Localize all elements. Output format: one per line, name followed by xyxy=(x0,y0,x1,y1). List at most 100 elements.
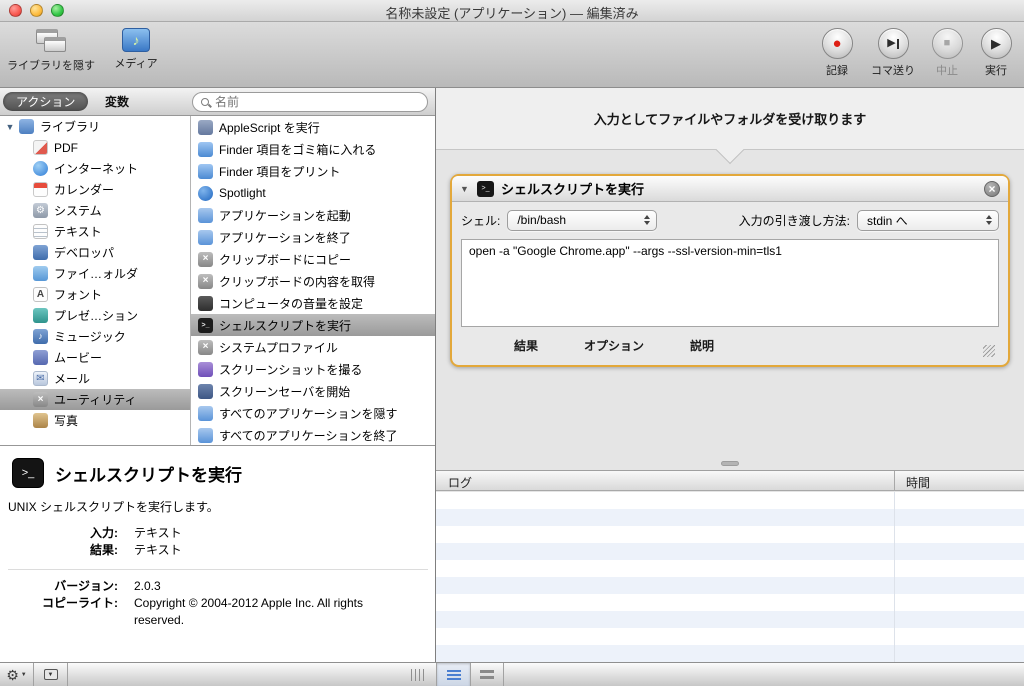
main-toolbar: ライブラリを隠す ♪ メディア ● 記録 ▶ コマ送り ■ 中止 ▶ 実行 xyxy=(0,22,1024,88)
action-menu-button[interactable]: ⚙ ▼ xyxy=(0,663,34,686)
action-item-move-finder-items-to-trash[interactable]: Finder 項目をゴミ箱に入れる xyxy=(191,138,435,160)
stop-icon: ■ xyxy=(943,37,951,49)
library-item-label: フォント xyxy=(54,288,103,302)
action-item-label: シェルスクリプトを実行 xyxy=(219,318,352,333)
action-item-quit-all-applications[interactable]: すべてのアプリケーションを終了 xyxy=(191,424,435,445)
input-label: 入力: xyxy=(90,526,118,540)
options-toggle[interactable]: オプション xyxy=(584,337,644,354)
action-item-start-screen-saver[interactable]: スクリーンセーバを開始 xyxy=(191,380,435,402)
music-icon: ♪ xyxy=(33,329,48,344)
action-item-hide-all-applications[interactable]: すべてのアプリケーションを隠す xyxy=(191,402,435,424)
library-item-presentations[interactable]: プレゼ…ション xyxy=(0,305,190,326)
splitter-handle-icon xyxy=(721,460,739,466)
column-resize-handle[interactable] xyxy=(411,669,424,681)
step-icon: ▶ xyxy=(887,38,899,49)
stop-label: 中止 xyxy=(936,65,958,77)
panel-toggle-icon: ▼ xyxy=(43,669,58,680)
system-profile-icon: × xyxy=(198,339,213,355)
resize-grip[interactable] xyxy=(983,345,995,357)
library-item-pdf[interactable]: PDF xyxy=(0,137,190,158)
description-toggle[interactable]: 説明 xyxy=(690,337,714,354)
tab-actions[interactable]: アクション xyxy=(3,92,89,111)
library-panel-icon xyxy=(35,28,67,54)
log-column-divider xyxy=(894,492,895,662)
shell-popup-value: /bin/bash xyxy=(517,213,567,227)
library-item-calendar[interactable]: カレンダー xyxy=(0,179,190,200)
library-item-movies[interactable]: ムービー xyxy=(0,347,190,368)
action-item-launch-application[interactable]: アプリケーションを起動 xyxy=(191,204,435,226)
script-editor[interactable]: open -a "Google Chrome.app" --args --ssl… xyxy=(461,239,999,327)
library-item-fonts[interactable]: A フォント xyxy=(0,284,190,305)
developer-icon xyxy=(33,245,48,260)
step-button[interactable]: ▶ コマ送り xyxy=(871,28,915,78)
action-item-label: スクリーンショットを撮る xyxy=(219,362,363,377)
library-item-text[interactable]: テキスト xyxy=(0,221,190,242)
library-item-mail[interactable]: ✉ メール xyxy=(0,368,190,389)
action-item-run-applescript[interactable]: AppleScript を実行 xyxy=(191,116,435,138)
media-button[interactable]: ♪ メディア xyxy=(106,28,166,71)
toggle-description-button[interactable]: ▼ xyxy=(34,663,68,686)
log-splitter[interactable] xyxy=(436,457,1024,469)
library-item-label: 写真 xyxy=(54,414,79,428)
search-field[interactable] xyxy=(192,92,428,112)
action-item-take-screenshot[interactable]: スクリーンショットを撮る xyxy=(191,358,435,380)
pass-input-popup[interactable]: stdin へ xyxy=(857,209,999,231)
library-item-label: デベロッパ xyxy=(54,246,115,260)
action-item-run-shell-script[interactable]: >_ シェルスクリプトを実行 xyxy=(191,314,435,336)
screensaver-icon xyxy=(198,383,213,399)
library-item-label: テキスト xyxy=(54,225,102,239)
action-item-spotlight[interactable]: Spotlight xyxy=(191,182,435,204)
terminal-icon: >_ xyxy=(12,458,44,488)
tab-variables[interactable]: 変数 xyxy=(92,92,142,111)
library-item-music[interactable]: ♪ ミュージック xyxy=(0,326,190,347)
gear-icon: ⚙ xyxy=(33,203,48,218)
log-list[interactable] xyxy=(436,492,1024,662)
disclosure-triangle-icon[interactable]: ▼ xyxy=(460,184,470,194)
remove-action-button[interactable]: × xyxy=(984,180,1000,197)
action-item-print-finder-items[interactable]: Finder 項目をプリント xyxy=(191,160,435,182)
search-input[interactable] xyxy=(215,94,419,110)
library-item-label: カレンダー xyxy=(54,183,115,197)
record-button[interactable]: ● 記録 xyxy=(815,28,859,78)
action-block-footer: 結果 オプション 説明 xyxy=(461,327,999,361)
log-header-divider xyxy=(894,471,895,490)
window-title: 名称未設定 (アプリケーション) — 編集済み xyxy=(385,6,639,21)
action-item-copy-to-clipboard[interactable]: × クリップボードにコピー xyxy=(191,248,435,270)
library-item-system[interactable]: ⚙ システム xyxy=(0,200,190,221)
run-button[interactable]: ▶ 実行 xyxy=(974,28,1018,78)
log-view-toggle[interactable] xyxy=(470,663,504,686)
results-toggle[interactable]: 結果 xyxy=(514,337,538,354)
library-item-label: インターネット xyxy=(54,162,139,176)
action-item-label: アプリケーションを終了 xyxy=(219,230,351,245)
library-item-label: メール xyxy=(54,372,91,386)
screenshot-icon xyxy=(198,361,213,377)
action-item-label: すべてのアプリケーションを隠す xyxy=(219,406,398,421)
library-item-developer[interactable]: デベロッパ xyxy=(0,242,190,263)
result-value: テキスト xyxy=(134,543,182,557)
stop-button[interactable]: ■ 中止 xyxy=(925,28,969,78)
library-item-files-folders[interactable]: ファイ…ォルダ xyxy=(0,263,190,284)
workflow-input-hint: 入力としてファイルやフォルダを受け取ります xyxy=(593,112,867,127)
run-label: 実行 xyxy=(985,65,1007,77)
action-item-quit-application[interactable]: アプリケーションを終了 xyxy=(191,226,435,248)
action-item-label: アプリケーションを起動 xyxy=(219,208,351,223)
library-item-utilities[interactable]: × ユーティリティ xyxy=(0,389,190,410)
version-label: バージョン: xyxy=(54,579,118,593)
library-root-row[interactable]: ▼ ライブラリ xyxy=(0,116,190,137)
time-column-header: 時間 xyxy=(906,476,931,490)
terminal-icon: >_ xyxy=(198,317,213,333)
action-item-get-clipboard-contents[interactable]: × クリップボードの内容を取得 xyxy=(191,270,435,292)
shell-popup[interactable]: /bin/bash xyxy=(507,209,658,231)
text-document-icon xyxy=(33,224,48,239)
action-item-system-profile[interactable]: × システムプロファイル xyxy=(191,336,435,358)
library-item-internet[interactable]: インターネット xyxy=(0,158,190,179)
presentation-icon xyxy=(33,308,48,323)
hide-library-button[interactable]: ライブラリを隠す xyxy=(7,28,95,73)
library-item-photos[interactable]: 写真 xyxy=(0,410,190,431)
disclosure-triangle-icon[interactable]: ▼ xyxy=(5,122,15,132)
globe-icon xyxy=(33,161,48,176)
workflow-view-toggle[interactable] xyxy=(436,663,470,686)
action-item-set-computer-volume[interactable]: コンピュータの音量を設定 xyxy=(191,292,435,314)
action-block-header[interactable]: ▼ >_ シェルスクリプトを実行 × xyxy=(452,176,1008,202)
pdf-icon xyxy=(33,140,48,155)
